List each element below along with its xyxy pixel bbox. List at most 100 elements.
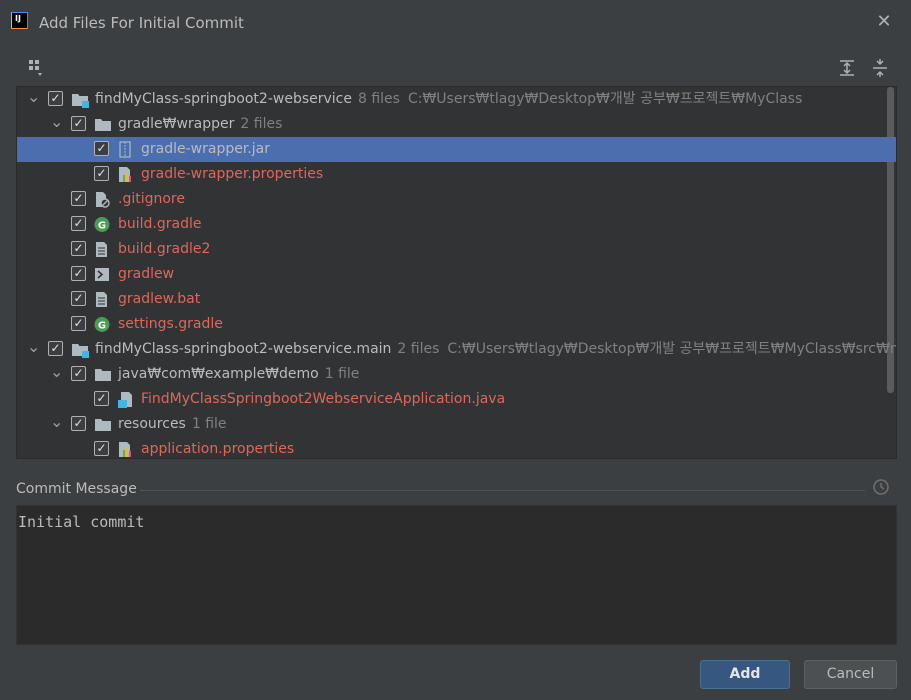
file-name: gradle-wrapper.properties (141, 166, 324, 182)
java-class-icon (117, 391, 133, 408)
tree-row-label: gradle₩wrapper 2 files (118, 112, 282, 137)
file-name: .gitignore (118, 191, 185, 207)
group-by-icon[interactable] (27, 58, 47, 78)
dialog-title: Add Files For Initial Commit (39, 14, 244, 32)
history-icon[interactable] (872, 478, 890, 496)
checkbox[interactable]: ✓ (71, 291, 86, 306)
tree-row[interactable]: ⌄ ✓ java₩com₩example₩demo 1 file (17, 362, 896, 387)
tree-row-label: build.gradle2 (118, 237, 210, 262)
tree-row[interactable]: ⌄ ✓ findMyClass-springboot2-webservice 8 fi… (17, 87, 896, 112)
chevron-down-icon[interactable]: ⌄ (27, 337, 40, 362)
intellij-logo-icon: IJ (11, 12, 28, 29)
file-name: gradlew (118, 266, 175, 282)
module-icon (71, 341, 89, 358)
file-count: 2 files (240, 116, 283, 132)
ignore-file-icon (94, 191, 110, 208)
shell-icon (94, 266, 110, 283)
tree-row[interactable]: ⌄ ✓ gradle₩wrapper 2 files (17, 112, 896, 137)
file-name: FindMyClassSpringboot2WebserviceApplicat… (141, 391, 506, 407)
tree-row[interactable]: ✓ Gsettings.gradle (17, 312, 896, 337)
tree-row[interactable]: ✓ gradle-wrapper.jar (17, 137, 896, 162)
tree-row[interactable]: ✓ gradlew.bat (17, 287, 896, 312)
checkbox[interactable]: ✓ (71, 216, 86, 231)
tree-row-label: application.properties (141, 437, 295, 458)
checkbox[interactable]: ✓ (48, 91, 63, 106)
checkbox[interactable]: ✓ (71, 366, 86, 381)
tree-row[interactable]: ✓ application.properties (17, 437, 896, 458)
text-file-icon (94, 241, 110, 258)
chevron-down-icon[interactable]: ⌄ (27, 87, 40, 112)
checkbox[interactable]: ✓ (48, 341, 63, 356)
checkbox[interactable]: ✓ (71, 266, 86, 281)
tree-row-label: gradle-wrapper.properties (141, 162, 323, 187)
checkbox[interactable]: ✓ (71, 241, 86, 256)
file-name: build.gradle (118, 216, 202, 232)
svg-text:G: G (98, 221, 106, 232)
tree-row[interactable]: ✓ gradle-wrapper.properties (17, 162, 896, 187)
jar-icon (117, 141, 133, 158)
file-name: findMyClass-springboot2-webservice.main (95, 341, 392, 357)
tree-row-label: .gitignore (118, 187, 185, 212)
chevron-down-icon[interactable]: ⌄ (50, 412, 63, 437)
tree-row[interactable]: ✓ build.gradle2 (17, 237, 896, 262)
file-name: resources (118, 416, 186, 432)
add-button[interactable]: Add (700, 660, 790, 689)
tree-row-label: resources 1 file (118, 412, 227, 437)
checkbox[interactable]: ✓ (71, 116, 86, 131)
folder-icon (94, 366, 111, 383)
file-count: 2 files (397, 341, 440, 357)
folder-icon (94, 116, 111, 133)
file-count: 1 file (191, 416, 227, 432)
text-file-icon (94, 291, 110, 308)
tree-row[interactable]: ✓ gradlew (17, 262, 896, 287)
file-name: settings.gradle (118, 316, 223, 332)
checkbox[interactable]: ✓ (94, 141, 109, 156)
chevron-down-icon[interactable]: ⌄ (50, 362, 63, 387)
commit-message-input[interactable]: Initial commit (16, 505, 897, 645)
gradle-icon: G (94, 216, 110, 233)
tree-row[interactable]: ✓ .gitignore (17, 187, 896, 212)
checkbox[interactable]: ✓ (71, 416, 86, 431)
checkbox[interactable]: ✓ (71, 316, 86, 331)
file-count: 8 files (357, 91, 400, 107)
properties-icon (117, 166, 133, 183)
file-name: java₩com₩example₩demo (118, 366, 319, 382)
file-name: application.properties (141, 441, 295, 457)
tree-row-label: gradlew (118, 262, 174, 287)
title-bar: IJ Add Files For Initial Commit ✕ (0, 0, 911, 44)
file-name: gradlew.bat (118, 291, 201, 307)
expand-all-icon[interactable] (837, 58, 857, 78)
checkbox[interactable]: ✓ (94, 441, 109, 456)
tree-row-label: settings.gradle (118, 312, 223, 337)
tree-row-label: java₩com₩example₩demo 1 file (118, 362, 359, 387)
checkbox[interactable]: ✓ (71, 191, 86, 206)
tree-row[interactable]: ✓ Gbuild.gradle (17, 212, 896, 237)
gradle-icon: G (94, 316, 110, 333)
folder-icon (94, 416, 111, 433)
properties-icon (117, 441, 133, 458)
tree-row[interactable]: ⌄ ✓ resources 1 file (17, 412, 896, 437)
tree-row-label: gradlew.bat (118, 287, 200, 312)
commit-message-label: Commit Message (16, 481, 137, 497)
separator-line (140, 490, 865, 491)
tree-row-label: findMyClass-springboot2-webservice 8 file… (95, 87, 802, 112)
close-icon[interactable]: ✕ (873, 11, 895, 33)
module-path: C:₩Users₩tlagy₩Desktop₩개발 공부₩프로젝트₩MyClas… (407, 91, 803, 107)
collapse-all-icon[interactable] (870, 58, 890, 78)
commit-message-text[interactable]: Initial commit (18, 513, 144, 531)
tree-row-label: build.gradle (118, 212, 202, 237)
tree-row-label: findMyClass-springboot2-webservice.main 2… (95, 337, 897, 362)
cancel-button[interactable]: Cancel (804, 660, 897, 689)
tree-row[interactable]: ⌄ ✓ findMyClass-springboot2-webservice.mai… (17, 337, 896, 362)
checkbox[interactable]: ✓ (94, 166, 109, 181)
tree-row[interactable]: ✓ FindMyClassSpringboot2WebserviceApplica… (17, 387, 896, 412)
checkbox[interactable]: ✓ (94, 391, 109, 406)
changes-tree[interactable]: ⌄ ✓ findMyClass-springboot2-webservice 8 fi… (16, 86, 897, 459)
chevron-down-icon[interactable]: ⌄ (50, 112, 63, 137)
module-path: C:₩Users₩tlagy₩Desktop₩개발 공부₩프로젝트₩MyClas… (447, 341, 897, 357)
file-name: build.gradle2 (118, 241, 211, 257)
file-name: findMyClass-springboot2-webservice (95, 91, 352, 107)
tree-row-label: gradle-wrapper.jar (141, 137, 270, 162)
tree-row-label: FindMyClassSpringboot2WebserviceApplicat… (141, 387, 505, 412)
svg-text:G: G (98, 321, 106, 332)
